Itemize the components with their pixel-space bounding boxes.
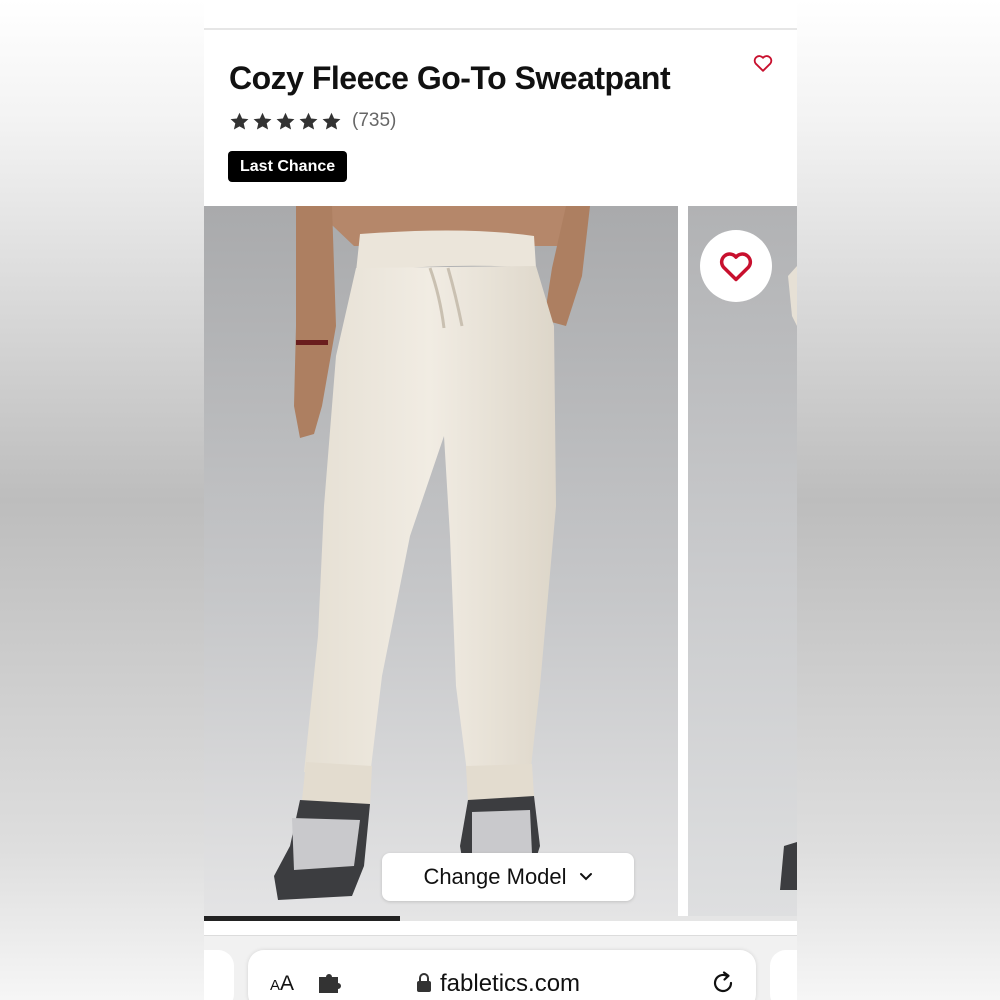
url-text[interactable]: fabletics.com [440,970,580,998]
heart-outline-icon [719,252,753,282]
product-rating[interactable]: (735) [229,110,396,132]
gallery-progress-fill [204,916,400,921]
star-icon [276,112,295,130]
favorite-button[interactable] [700,230,772,302]
text-size-small: A [270,977,281,994]
gallery-progress [204,916,797,921]
product-photo[interactable] [204,206,678,918]
star-icon [299,112,318,130]
address-bar[interactable]: AA fabletics.com [248,950,756,1000]
rating-stars [229,111,342,132]
toolbar-divider [204,935,797,936]
last-chance-badge: Last Chance [228,151,348,182]
next-tab-pill[interactable] [770,950,797,1000]
product-title: Cozy Fleece Go-To Sweatpant [229,60,671,96]
reload-icon[interactable] [710,970,736,996]
chevron-down-icon [579,873,592,881]
heart-outline-icon[interactable] [752,52,774,74]
review-count[interactable]: (735) [352,110,396,132]
text-size-button[interactable]: AA [270,972,294,996]
change-model-button[interactable]: Change Model [382,853,634,901]
puzzle-icon[interactable] [316,972,342,996]
text-size-big: A [280,972,295,995]
star-icon [322,112,341,130]
previous-tab-pill[interactable] [204,950,234,1000]
product-gallery[interactable]: Change Model [204,206,797,918]
star-icon [253,112,272,130]
header-divider [204,28,797,30]
lock-icon [417,973,431,992]
star-icon [230,112,249,130]
next-product-photo[interactable] [688,206,797,918]
change-model-label: Change Model [423,864,567,889]
product-page: Cozy Fleece Go-To Sweatpant (735) Last C… [204,0,797,1000]
